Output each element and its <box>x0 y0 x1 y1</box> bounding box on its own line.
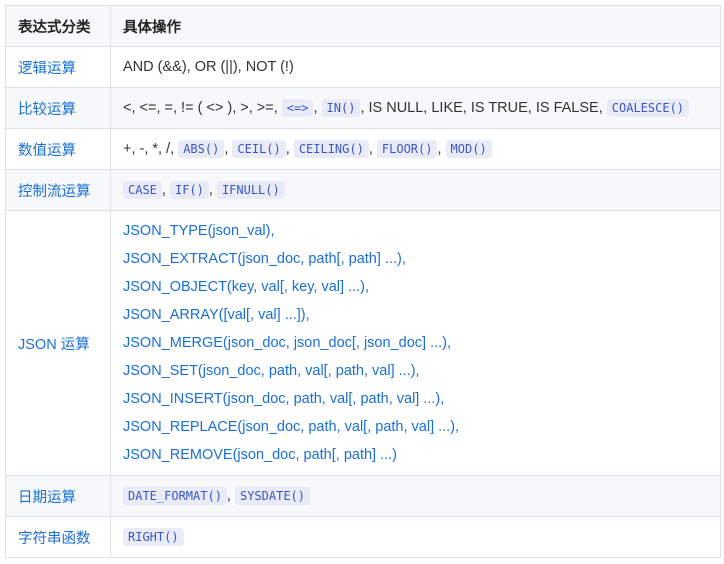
json-function-line: JSON_EXTRACT(json_doc, path[, path] ...)… <box>123 251 406 267</box>
table-row: 比较运算 <, <=, =, != ( <> ), >, >=, <=>, IN… <box>5 87 721 129</box>
code-snippet: <=> <box>281 99 314 117</box>
table-row: 数值运算 +, -, *, /, ABS(), CEIL(), CEILING(… <box>5 128 721 170</box>
separator: , <box>224 141 229 157</box>
json-function-line: JSON_SET(json_doc, path, val[, path, val… <box>123 363 420 379</box>
operations-cell: AND (&&), OR (||), NOT (!) <box>110 46 721 88</box>
category-cell: JSON 运算 <box>5 210 111 476</box>
code-snippet: MOD() <box>445 140 492 158</box>
json-function-line: JSON_INSERT(json_doc, path, val[, path, … <box>123 391 445 407</box>
code-snippet: DATE_FORMAT() <box>123 487 227 505</box>
category-cell: 数值运算 <box>5 128 111 170</box>
operations-cell: DATE_FORMAT(), SYSDATE() <box>110 475 721 517</box>
operations-text: +, -, *, /, <box>123 141 175 157</box>
json-function-list: JSON_TYPE(json_val), JSON_EXTRACT(json_d… <box>123 211 720 475</box>
json-function-line: JSON_MERGE(json_doc, json_doc[, json_doc… <box>123 335 452 351</box>
separator: , <box>285 141 290 157</box>
code-snippet: IN() <box>321 99 361 117</box>
operations-cell: <, <=, =, != ( <> ), >, >=, <=>, IN(), I… <box>110 87 721 129</box>
header-category: 表达式分类 <box>5 5 111 47</box>
operations-cell: RIGHT() <box>110 516 721 558</box>
category-cell: 比较运算 <box>5 87 111 129</box>
separator: , <box>313 100 318 116</box>
json-function-line: JSON_REPLACE(json_doc, path, val[, path,… <box>123 419 460 435</box>
category-cell: 字符串函数 <box>5 516 111 558</box>
table-row: 日期运算 DATE_FORMAT(), SYSDATE() <box>5 475 721 517</box>
code-snippet: CEILING() <box>293 140 369 158</box>
code-snippet: IF() <box>169 181 209 199</box>
json-function-line: JSON_OBJECT(key, val[, key, val] ...), <box>123 279 370 295</box>
table-row: 逻辑运算 AND (&&), OR (||), NOT (!) <box>5 46 721 88</box>
expression-ops-table: 表达式分类 具体操作 逻辑运算 AND (&&), OR (||), NOT (… <box>5 5 721 558</box>
separator: , <box>437 141 442 157</box>
separator: , <box>226 488 231 504</box>
operations-text: AND (&&), OR (||), NOT (!) <box>123 59 294 75</box>
header-operations: 具体操作 <box>110 5 721 47</box>
separator: , <box>368 141 373 157</box>
json-function-line: JSON_ARRAY([val[, val] ...]), <box>123 307 310 323</box>
category-cell: 日期运算 <box>5 475 111 517</box>
code-snippet: CEIL() <box>232 140 286 158</box>
code-snippet: COALESCE() <box>606 99 690 117</box>
separator: , <box>208 182 213 198</box>
operations-text: <, <=, =, != ( <> ), >, >=, <box>123 100 278 116</box>
code-snippet: IFNULL() <box>216 181 285 199</box>
code-snippet: ABS() <box>178 140 225 158</box>
table-row: 字符串函数 RIGHT() <box>5 516 721 558</box>
code-snippet: CASE <box>123 181 162 199</box>
code-snippet: SYSDATE() <box>234 487 311 505</box>
operations-text: , IS NULL, LIKE, IS TRUE, IS FALSE, <box>360 100 603 116</box>
category-cell: 逻辑运算 <box>5 46 111 88</box>
category-cell: 控制流运算 <box>5 169 111 211</box>
operations-cell: JSON_TYPE(json_val), JSON_EXTRACT(json_d… <box>110 210 721 476</box>
json-function-line: JSON_TYPE(json_val), <box>123 223 275 239</box>
operations-cell: +, -, *, /, ABS(), CEIL(), CEILING(), FL… <box>110 128 721 170</box>
code-snippet: RIGHT() <box>123 528 184 546</box>
operations-cell: CASE, IF(), IFNULL() <box>110 169 721 211</box>
json-function-line: JSON_REMOVE(json_doc, path[, path] ...) <box>123 447 398 463</box>
table-row: JSON 运算 JSON_TYPE(json_val), JSON_EXTRAC… <box>5 210 721 476</box>
separator: , <box>161 182 166 198</box>
table-header-row: 表达式分类 具体操作 <box>5 5 721 47</box>
code-snippet: FLOOR() <box>376 140 438 158</box>
table-row: 控制流运算 CASE, IF(), IFNULL() <box>5 169 721 211</box>
